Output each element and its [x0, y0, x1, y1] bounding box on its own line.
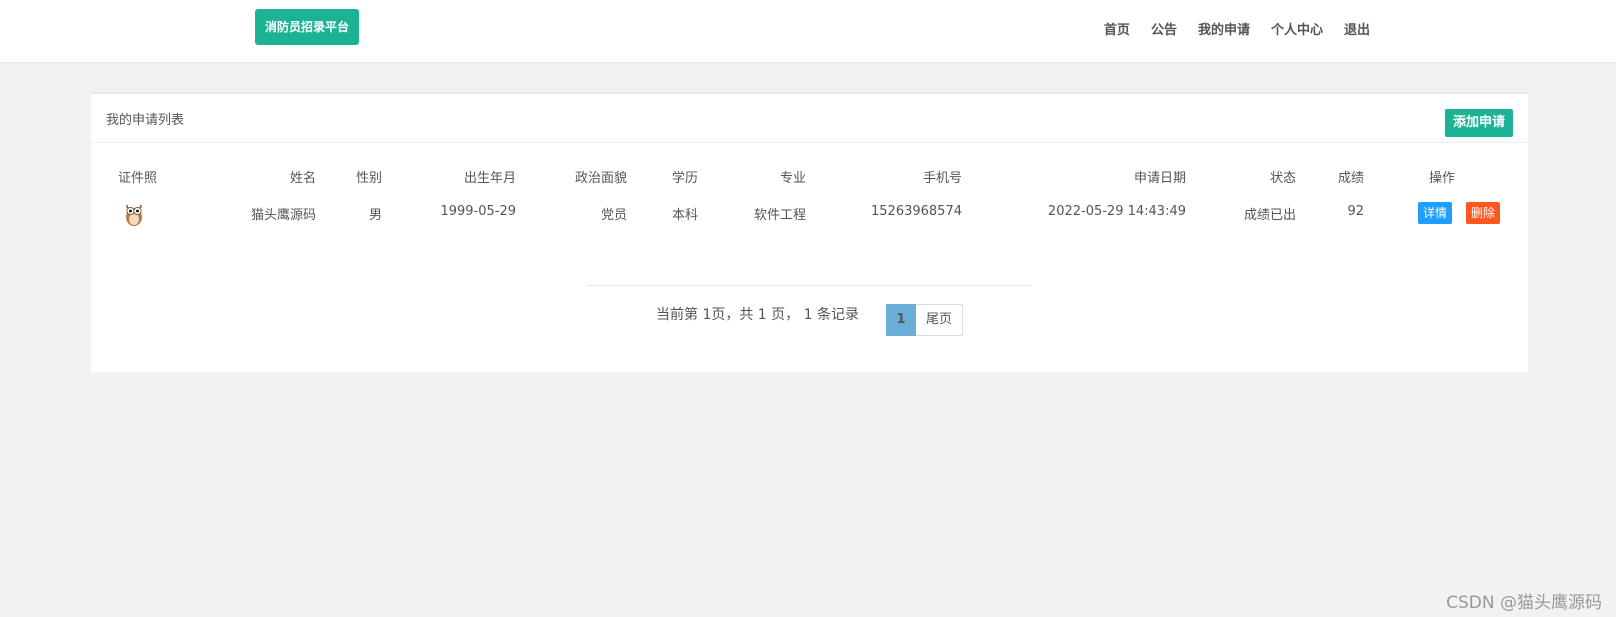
col-major: 专业	[779, 171, 806, 186]
nav-announcements[interactable]: 公告	[1151, 19, 1177, 38]
last-page-button[interactable]: 尾页	[916, 304, 964, 336]
owl-avatar-icon	[126, 204, 142, 226]
col-actions: 操作	[1429, 171, 1456, 186]
col-phone: 手机号	[922, 171, 962, 186]
cell-birth: 1999-05-29	[440, 204, 516, 219]
pagination-info: 当前第 1页，共 1 页， 1 条记录	[656, 307, 859, 323]
detail-button[interactable]: 详情	[1418, 202, 1453, 224]
pagination-divider	[587, 285, 1032, 286]
cell-major: 软件工程	[753, 208, 806, 223]
cell-name: 猫头鹰源码	[250, 208, 316, 223]
cell-education: 本科	[671, 208, 698, 223]
pagination: 1 尾页	[886, 304, 964, 336]
col-education: 学历	[671, 171, 698, 186]
cell-status: 成绩已出	[1243, 208, 1296, 223]
brand-logo-button[interactable]: 消防员招录平台	[255, 9, 359, 45]
cell-apply-date: 2022-05-29 14:43:49	[1047, 204, 1186, 219]
col-photo: 证件照	[118, 171, 158, 186]
col-apply-date: 申请日期	[1133, 171, 1186, 186]
panel-header: 我的申请列表 添加申请	[91, 94, 1528, 143]
page-1-button[interactable]: 1	[886, 304, 916, 336]
top-navbar: 消防员招录平台 首页 公告 我的申请 个人中心 退出	[0, 0, 1616, 63]
col-gender: 性别	[355, 171, 382, 186]
col-status: 状态	[1269, 171, 1296, 186]
application-list-panel: 我的申请列表 添加申请 证件照 姓名 性别 出生年月 政治面貌 学历 专业 手机…	[91, 92, 1528, 372]
nav-personal-center[interactable]: 个人中心	[1271, 19, 1323, 38]
col-birth: 出生年月	[463, 171, 516, 186]
add-application-button[interactable]: 添加申请	[1444, 109, 1513, 137]
cell-gender: 男	[368, 208, 382, 223]
watermark: CSDN @猫头鹰源码	[1446, 593, 1602, 613]
nav-home[interactable]: 首页	[1104, 19, 1130, 38]
nav-my-applications[interactable]: 我的申请	[1198, 19, 1250, 38]
nav-logout[interactable]: 退出	[1344, 19, 1370, 38]
col-name: 姓名	[289, 171, 316, 186]
col-score: 成绩	[1337, 171, 1364, 186]
panel-title: 我的申请列表	[106, 113, 185, 128]
col-political: 政治面貌	[574, 171, 627, 186]
main-nav: 首页 公告 我的申请 个人中心 退出	[1083, 19, 1370, 38]
cell-score: 92	[1347, 204, 1364, 219]
cell-political: 党员	[600, 208, 627, 223]
cell-phone: 15263968574	[871, 204, 962, 219]
delete-button[interactable]: 删除	[1466, 202, 1501, 224]
